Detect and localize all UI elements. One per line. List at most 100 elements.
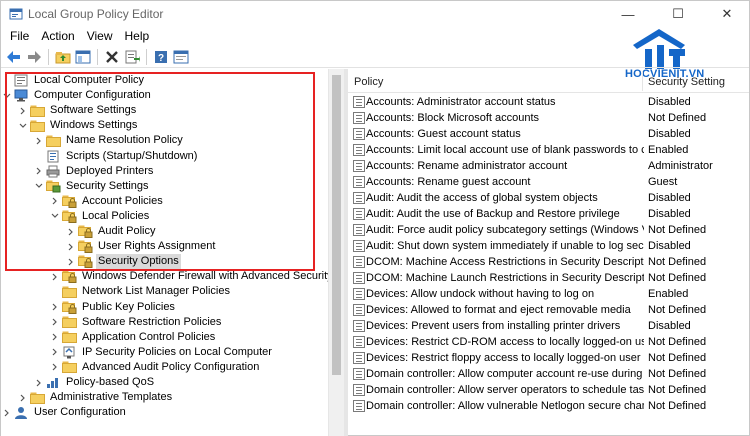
chevron-right-icon[interactable] <box>33 375 45 390</box>
policy-row[interactable]: Devices: Allowed to format and eject rem… <box>348 302 749 318</box>
policy-row[interactable]: Audit: Audit the access of global system… <box>348 190 749 206</box>
chevron-right-icon[interactable] <box>65 254 77 269</box>
chevron-right-icon[interactable] <box>65 224 77 239</box>
menu-file[interactable]: File <box>4 27 35 46</box>
tree-item[interactable]: User Configuration <box>1 405 128 420</box>
tree-item[interactable]: Audit Policy <box>65 224 157 239</box>
tree-item[interactable]: Windows Settings <box>17 118 139 133</box>
tree-item[interactable]: Windows Defender Firewall with Advanced … <box>49 269 335 284</box>
properties-button[interactable] <box>172 48 190 66</box>
chevron-down-icon[interactable] <box>17 118 29 133</box>
policy-row[interactable]: Devices: Restrict floppy access to local… <box>348 350 749 366</box>
tree-scrollbar[interactable] <box>328 69 344 436</box>
toolbar-separator <box>97 48 98 65</box>
policy-row[interactable]: Audit: Shut down system immediately if u… <box>348 238 749 254</box>
chevron-down-icon[interactable] <box>1 88 13 103</box>
column-header-security-setting[interactable]: Security Setting <box>648 69 725 93</box>
tree-item[interactable]: Public Key Policies <box>49 300 177 315</box>
tree-item[interactable]: Software Settings <box>17 103 138 118</box>
policy-row[interactable]: Accounts: Rename guest account Guest <box>348 174 749 190</box>
menu-view[interactable]: View <box>81 27 119 46</box>
policy-row[interactable]: Accounts: Block Microsoft accounts Not De… <box>348 110 749 126</box>
tree-item[interactable]: Advanced Audit Policy Configuration <box>49 360 261 375</box>
tree-item[interactable]: Deployed Printers <box>33 164 155 179</box>
policy-setting-icon <box>353 368 365 380</box>
policy-row[interactable]: Audit: Audit the use of Backup and Resto… <box>348 206 749 222</box>
tree-item[interactable]: User Rights Assignment <box>65 239 217 254</box>
show-hide-tree-button[interactable] <box>74 48 92 66</box>
column-separator[interactable] <box>642 71 643 91</box>
tree-item[interactable]: Local Policies <box>49 209 151 224</box>
computer-icon <box>13 88 29 103</box>
policy-row[interactable]: DCOM: Machine Access Restrictions in Sec… <box>348 254 749 270</box>
tree-item[interactable]: IP Security Policies on Local Computer <box>49 345 274 360</box>
toolbar-separator <box>146 48 147 65</box>
chevron-right-icon[interactable] <box>65 239 77 254</box>
chevron-right-icon[interactable] <box>33 133 45 148</box>
tree-item[interactable]: Computer Configuration <box>1 88 153 103</box>
tree-scroll-thumb[interactable] <box>332 75 341 375</box>
chevron-down-icon[interactable] <box>49 209 61 224</box>
tree-item-label: Software Settings <box>50 104 137 117</box>
help-button[interactable]: ? <box>152 48 170 66</box>
policy-row[interactable]: Devices: Allow undock without having to … <box>348 286 749 302</box>
chevron-right-icon[interactable] <box>49 300 61 315</box>
policy-row[interactable]: Audit: Force audit policy subcategory se… <box>348 222 749 238</box>
folder-icon <box>29 390 45 405</box>
policy-name: Domain controller: Allow server operator… <box>366 384 644 396</box>
policy-name: Devices: Allowed to format and eject rem… <box>366 304 631 316</box>
tree-item[interactable]: Application Control Policies <box>49 330 217 345</box>
menu-help[interactable]: Help <box>119 27 156 46</box>
column-header-policy[interactable]: Policy <box>354 69 383 93</box>
chevron-right-icon[interactable] <box>49 315 61 330</box>
security-setting-value: Disabled <box>648 96 691 108</box>
policy-row[interactable]: Domain controller: Allow computer accoun… <box>348 366 749 382</box>
menu-action[interactable]: Action <box>35 27 80 46</box>
policy-row[interactable]: Domain controller: Allow vulnerable Netl… <box>348 398 749 414</box>
tree-item[interactable]: Network List Manager Policies <box>49 284 232 299</box>
tree-item[interactable]: Software Restriction Policies <box>49 315 223 330</box>
tree-item[interactable]: Security Options <box>65 254 181 270</box>
chevron-right-icon[interactable] <box>1 405 13 420</box>
policy-setting-icon <box>353 224 365 236</box>
tree-item-label: Name Resolution Policy <box>66 134 183 147</box>
tree-item[interactable]: Security Settings <box>33 179 151 194</box>
export-list-button[interactable] <box>123 48 141 66</box>
policy-name: Accounts: Guest account status <box>366 128 521 140</box>
forward-button[interactable] <box>25 48 43 66</box>
policy-list: Policy Security Setting Accounts: Admini… <box>348 69 749 436</box>
chevron-right-icon[interactable] <box>49 330 61 345</box>
policy-row[interactable]: Devices: Restrict CD-ROM access to local… <box>348 334 749 350</box>
show-hide-tree-icon <box>75 50 91 63</box>
back-button[interactable] <box>5 48 23 66</box>
delete-icon <box>106 50 118 63</box>
chevron-right-icon[interactable] <box>49 194 61 209</box>
chevron-right-icon[interactable] <box>49 360 61 375</box>
policy-row[interactable]: Accounts: Guest account status Disabled <box>348 126 749 142</box>
policy-row[interactable]: DCOM: Machine Launch Restrictions in Sec… <box>348 270 749 286</box>
chevron-right-icon[interactable] <box>49 269 61 284</box>
policy-setting-icon <box>353 304 365 316</box>
tree-item[interactable]: Name Resolution Policy <box>33 133 185 148</box>
tree-item[interactable]: Account Policies <box>49 194 165 209</box>
delete-button[interactable] <box>103 48 121 66</box>
up-folder-button[interactable] <box>54 48 72 66</box>
policy-row[interactable]: Accounts: Limit local account use of bla… <box>348 142 749 158</box>
policy-row[interactable]: Accounts: Administrator account status Di… <box>348 94 749 110</box>
policy-row[interactable]: Devices: Prevent users from installing p… <box>348 318 749 334</box>
tree-item[interactable]: Administrative Templates <box>17 390 174 405</box>
folder-icon <box>61 330 77 345</box>
console-tree[interactable]: Local Computer Policy Computer Configurat… <box>1 69 344 436</box>
policy-row[interactable]: Domain controller: Allow server operator… <box>348 382 749 398</box>
tree-item[interactable]: Local Computer Policy <box>1 73 146 88</box>
tree-item[interactable]: Policy-based QoS <box>33 375 156 390</box>
chevron-right-icon[interactable] <box>17 390 29 405</box>
chevron-right-icon[interactable] <box>17 103 29 118</box>
printer-icon <box>45 164 61 179</box>
chevron-right-icon[interactable] <box>49 345 61 360</box>
chevron-right-icon[interactable] <box>33 164 45 179</box>
policy-row[interactable]: Accounts: Rename administrator account Ad… <box>348 158 749 174</box>
tree-item[interactable]: Scripts (Startup/Shutdown) <box>33 149 199 164</box>
folder-icon <box>61 360 77 375</box>
chevron-down-icon[interactable] <box>33 179 45 194</box>
